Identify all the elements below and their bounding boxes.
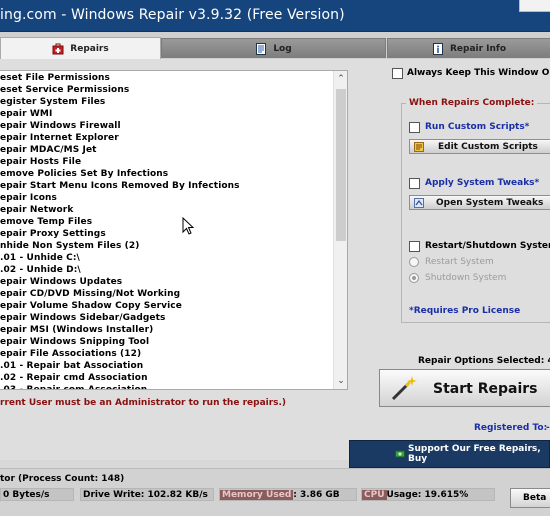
info-icon xyxy=(432,42,444,55)
magic-wand-icon xyxy=(388,374,418,408)
start-repairs-label: Start Repairs xyxy=(433,381,538,397)
run-custom-scripts-checkbox[interactable] xyxy=(409,122,420,133)
list-item[interactable]: eset Service Permissions xyxy=(0,84,334,96)
list-item[interactable]: epair WMI xyxy=(0,108,334,120)
window-title: ing.com - Windows Repair v3.9.32 (Free V… xyxy=(0,7,345,23)
list-item[interactable]: epair Windows Sidebar/Gadgets xyxy=(0,312,334,324)
tab-repairs[interactable]: Repairs xyxy=(0,37,161,60)
vertical-scrollbar[interactable]: ⌃ ⌄ xyxy=(333,71,347,389)
tab-label: Repairs xyxy=(70,44,109,54)
list-item[interactable]: epair Volume Shadow Copy Service xyxy=(0,300,334,312)
apply-system-tweaks-checkbox[interactable] xyxy=(409,178,420,189)
list-item[interactable]: egister System Files xyxy=(0,96,334,108)
restart-system-radio[interactable] xyxy=(409,257,419,267)
restart-shutdown-label: Restart/Shutdown System xyxy=(425,241,550,251)
admin-requirement-note: rrent User must be an Administrator to r… xyxy=(0,398,287,408)
apply-system-tweaks-label: Apply System Tweaks* xyxy=(425,178,540,188)
cpu-usage-meter: CPU Usage: 19.615% xyxy=(361,488,495,501)
list-item[interactable]: epair Windows Updates xyxy=(0,276,334,288)
list-item[interactable]: epair File Associations (12) xyxy=(0,348,334,360)
tab-label: Log xyxy=(273,43,292,54)
list-item[interactable]: epair Proxy Settings xyxy=(0,228,334,240)
list-item[interactable]: emove Policies Set By Infections xyxy=(0,168,334,180)
run-custom-scripts-label: Run Custom Scripts* xyxy=(425,122,530,132)
memory-used-value: : 3.86 GB xyxy=(293,490,340,500)
list-item[interactable]: .02 - Repair cmd Association xyxy=(0,372,334,384)
scroll-thumb[interactable] xyxy=(336,89,346,241)
list-item[interactable]: epair Windows Snipping Tool xyxy=(0,336,334,348)
edit-custom-scripts-label: Edit Custom Scripts xyxy=(438,141,538,152)
list-item[interactable]: .03 - Repair com Association xyxy=(0,384,334,389)
support-buy-label: Support Our Free Repairs, Buy xyxy=(408,444,541,464)
title-bar: ing.com - Windows Repair v3.9.32 (Free V… xyxy=(0,0,550,32)
money-icon xyxy=(395,449,405,459)
beta-button[interactable]: Beta F xyxy=(510,488,550,508)
edit-custom-scripts-button[interactable]: Edit Custom Scripts xyxy=(409,139,550,154)
registered-to-label: Registered To: xyxy=(474,423,548,433)
log-icon xyxy=(255,42,267,55)
scroll-up-arrow-icon[interactable]: ⌃ xyxy=(334,73,347,85)
shutdown-system-radio[interactable] xyxy=(409,273,419,283)
list-item[interactable]: nhide Non System Files (2) xyxy=(0,240,334,252)
list-item[interactable]: epair Start Menu Icons Removed By Infect… xyxy=(0,180,334,192)
list-item[interactable]: epair Network xyxy=(0,204,334,216)
restart-system-label: Restart System xyxy=(425,257,494,267)
list-item[interactable]: emove Temp Files xyxy=(0,216,334,228)
process-count: tor (Process Count: 148) xyxy=(0,474,125,484)
registered-to-value: - xyxy=(546,423,550,433)
script-icon xyxy=(414,141,424,152)
list-item[interactable]: epair Icons xyxy=(0,192,334,204)
when-complete-group xyxy=(401,103,550,323)
memory-used-meter: Memory Used: 3.86 GB xyxy=(219,488,357,501)
repairs-listbox[interactable]: eset File Permissions eset Service Permis… xyxy=(0,70,348,390)
support-buy-button[interactable]: Support Our Free Repairs, Buy xyxy=(349,440,550,468)
list-item[interactable]: eset File Permissions xyxy=(0,72,334,84)
repairs-list: eset File Permissions eset Service Permis… xyxy=(0,72,334,389)
mouse-pointer-icon xyxy=(182,216,195,238)
list-item[interactable]: .01 - Unhide C:\ xyxy=(0,252,334,264)
always-on-top-label: Always Keep This Window On T xyxy=(407,68,550,78)
tab-log[interactable]: Log xyxy=(161,38,386,58)
cpu-usage-value: Usage: 19.615% xyxy=(386,490,469,500)
pro-license-note: *Requires Pro License xyxy=(409,306,521,316)
list-item[interactable]: .01 - Repair bat Association xyxy=(0,360,334,372)
when-complete-legend: When Repairs Complete: xyxy=(406,98,538,108)
tab-label: Repair Info xyxy=(449,43,507,54)
open-system-tweaks-button[interactable]: Open System Tweaks xyxy=(409,195,550,210)
restart-shutdown-checkbox[interactable] xyxy=(409,241,420,252)
cpu-usage-label: CPU xyxy=(362,490,387,500)
scroll-down-arrow-icon[interactable]: ⌄ xyxy=(334,375,347,387)
open-system-tweaks-label: Open System Tweaks xyxy=(436,197,544,208)
tweaks-icon xyxy=(414,197,424,208)
shutdown-system-label: Shutdown System xyxy=(425,273,507,283)
list-item[interactable]: epair Internet Explorer xyxy=(0,132,334,144)
tab-repair-info[interactable]: Repair Info xyxy=(387,38,550,58)
toolbox-icon xyxy=(52,43,64,55)
disk-write-rate: Drive Write: 102.82 KB/s xyxy=(80,488,214,501)
always-on-top-checkbox[interactable] xyxy=(392,68,403,79)
list-item[interactable]: .02 - Unhide D:\ xyxy=(0,264,334,276)
disk-read-rate: 0 Bytes/s xyxy=(0,488,74,501)
list-item[interactable]: epair Hosts File xyxy=(0,156,334,168)
start-repairs-button[interactable]: Start Repairs xyxy=(379,369,550,407)
window-control-button[interactable] xyxy=(519,0,550,12)
repair-options-selected: Repair Options Selected: 43 xyxy=(418,356,550,366)
list-item[interactable]: epair Windows Firewall xyxy=(0,120,334,132)
list-item[interactable]: epair CD/DVD Missing/Not Working xyxy=(0,288,334,300)
memory-used-label: Memory Used xyxy=(220,490,294,500)
list-item[interactable]: epair MSI (Windows Installer) xyxy=(0,324,334,336)
list-item[interactable]: epair MDAC/MS Jet xyxy=(0,144,334,156)
